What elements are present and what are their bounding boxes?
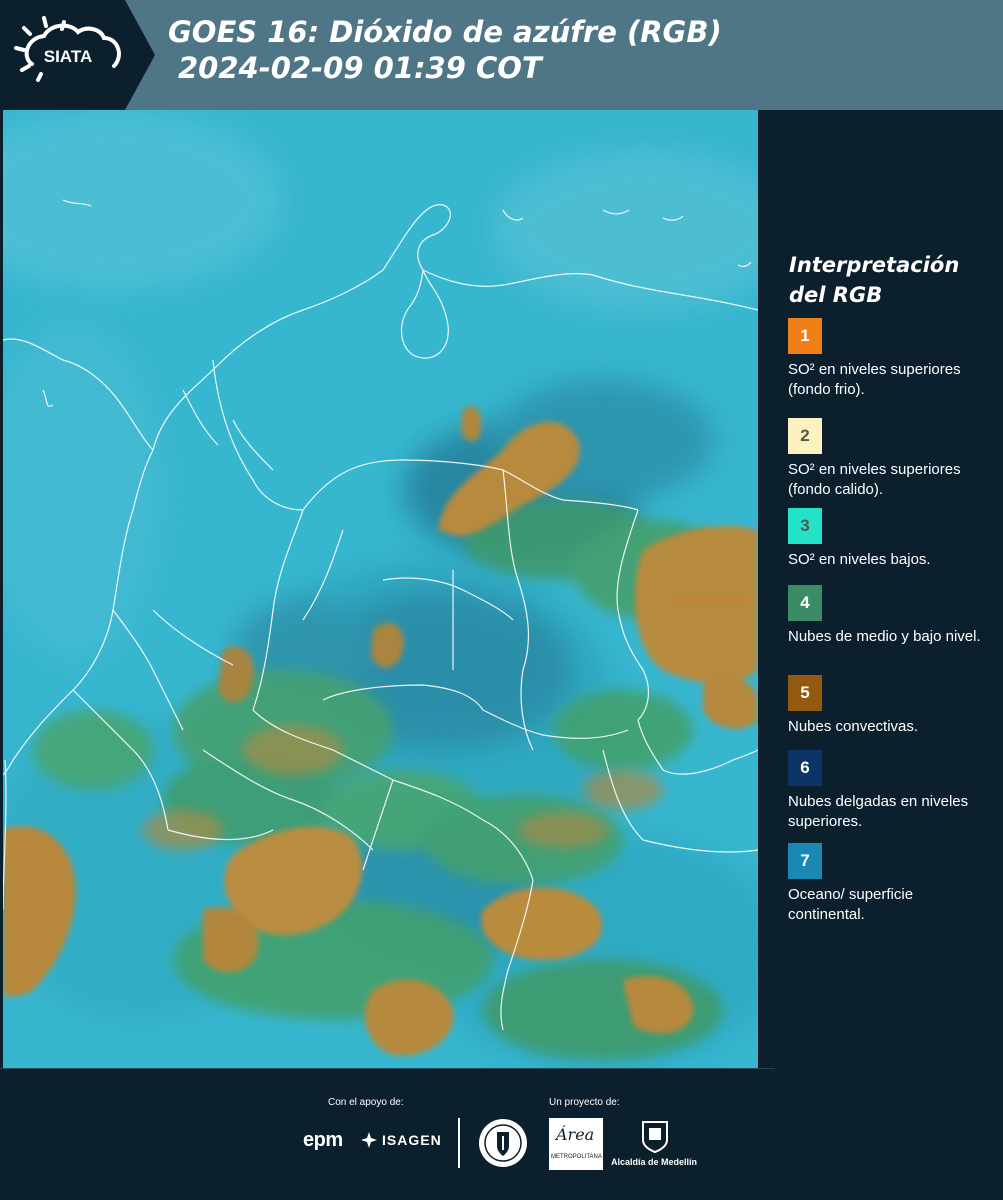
siata-logo: SIATA [0, 0, 155, 110]
legend-text: SO² en niveles bajos. [788, 551, 931, 568]
legend-swatch: 4 [788, 585, 822, 621]
legend-title-line1: Interpretación [789, 253, 960, 277]
footer: Con el apoyo de: Un proyecto de: epm ISA… [0, 1068, 1003, 1200]
legend-title-line2: del RGB [789, 283, 883, 307]
legend-item: 2 SO² en niveles superiores (fondo calido… [788, 418, 998, 500]
title-product: GOES 16: Dióxido de azúfre (RGB) [168, 15, 722, 49]
legend-item: 5 Nubes convectivas. [788, 675, 998, 737]
svg-text:SIATA: SIATA [44, 47, 92, 66]
legend-item: 4 Nubes de medio y bajo nivel. [788, 585, 998, 647]
isagen-text: ISAGEN [382, 1132, 442, 1148]
satellite-map[interactable] [3, 110, 758, 1068]
legend-title: Interpretación del RGB [789, 250, 994, 310]
header-bar: SIATA GOES 16: Dióxido de azúfre (RGB) 2… [0, 0, 1003, 110]
support-label: Con el apoyo de: [328, 1097, 404, 1108]
legend-swatch: 2 [788, 418, 822, 454]
alcaldia-crest-icon [642, 1121, 668, 1154]
legend-item: 3 SO² en niveles bajos. [788, 508, 998, 570]
page-title: GOES 16: Dióxido de azúfre (RGB) 2024-02… [168, 14, 722, 86]
legend-swatch: 6 [788, 750, 822, 786]
isagen-mark-icon [361, 1132, 377, 1148]
isagen-logo: ISAGEN [360, 1131, 442, 1149]
epm-logo: epm [303, 1129, 343, 1151]
legend-swatch: 7 [788, 843, 822, 879]
medellin-seal-icon [479, 1119, 527, 1167]
project-label: Un proyecto de: [549, 1097, 620, 1108]
title-timestamp: 2024-02-09 01:39 COT [178, 51, 542, 85]
footer-separator [458, 1118, 460, 1168]
area-metropolitana-logo: Área [549, 1118, 603, 1170]
legend-text: SO² en niveles superiores (fondo calido)… [788, 461, 961, 498]
rgb-legend: Interpretación del RGB 1 SO² en niveles s… [762, 110, 1003, 1068]
legend-swatch: 1 [788, 318, 822, 354]
legend-text: SO² en niveles superiores (fondo frio). [788, 361, 961, 398]
area-script: Área [556, 1125, 595, 1144]
alcaldia-text: Alcaldía de Medellín [611, 1157, 698, 1167]
legend-text: Nubes de medio y bajo nivel. [788, 628, 981, 645]
satellite-image [3, 110, 758, 1068]
legend-item: 1 SO² en niveles superiores (fondo frio). [788, 318, 998, 400]
legend-text: Nubes delgadas en niveles superiores. [788, 793, 969, 830]
legend-text: Nubes convectivas. [788, 718, 919, 735]
sun-cloud-icon: SIATA [14, 16, 121, 82]
footer-divider [0, 1068, 775, 1069]
legend-item: 6 Nubes delgadas en niveles superiores. [788, 750, 998, 832]
legend-swatch: 3 [788, 508, 822, 544]
legend-swatch: 5 [788, 675, 822, 711]
legend-text: Oceano/ superficie continental. [788, 886, 914, 923]
legend-item: 7 Oceano/ superficie continental. [788, 843, 998, 925]
